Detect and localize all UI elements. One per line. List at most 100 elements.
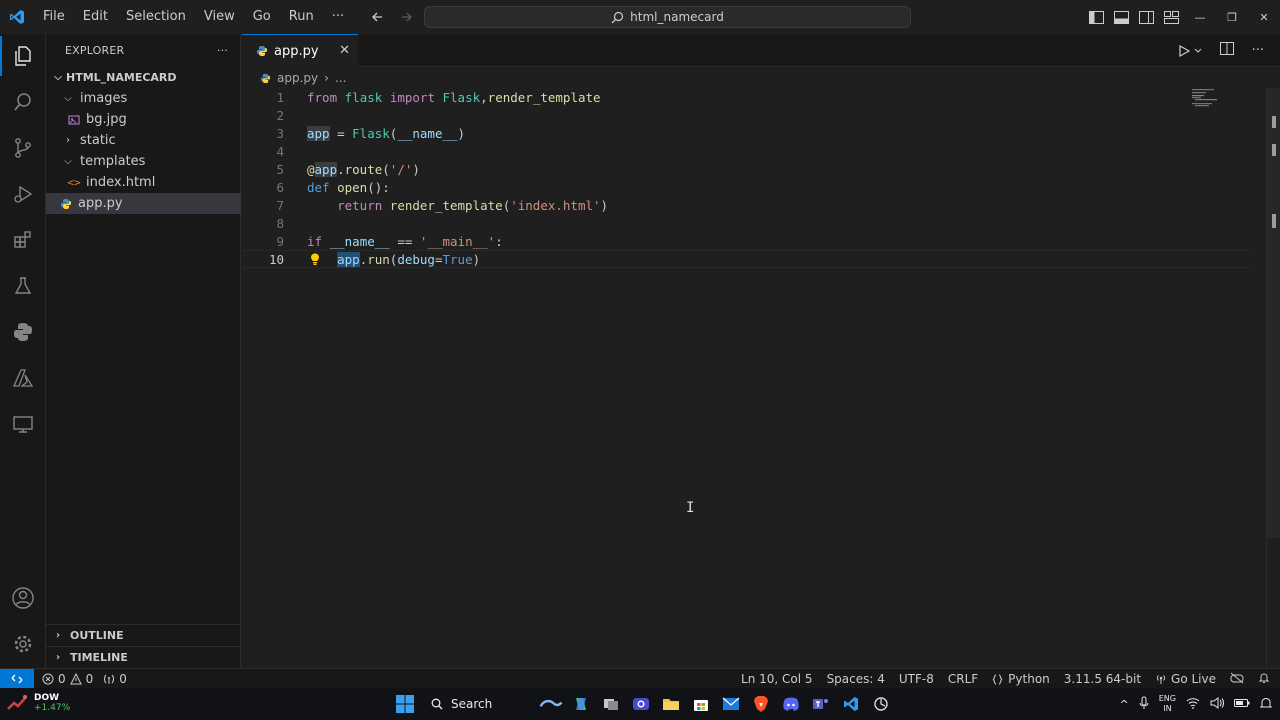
windows-taskbar: DOW +1.47% Search ^ ENG IN [0, 688, 1280, 720]
tree-file-bg-jpg[interactable]: bg.jpg [46, 109, 241, 130]
explorer-icon[interactable] [0, 36, 46, 76]
back-arrow-icon[interactable] [366, 6, 388, 28]
task-view-icon[interactable] [599, 692, 623, 716]
tree-file-index-html[interactable]: <> index.html [46, 172, 241, 193]
menu-file[interactable]: File [34, 0, 74, 34]
wifi-icon[interactable] [1186, 697, 1200, 712]
menu-go[interactable]: Go [244, 0, 280, 34]
menu-selection[interactable]: Selection [117, 0, 195, 34]
toggle-secondary-sidebar-icon[interactable] [1138, 9, 1155, 26]
code-line: 5 @app.route('/') [242, 160, 1252, 178]
source-control-icon[interactable] [0, 128, 46, 168]
ports-indicator[interactable]: 0 [103, 672, 127, 686]
tree-folder-images[interactable]: ⌵ images [46, 88, 241, 109]
menu-view[interactable]: View [195, 0, 244, 34]
minimize-icon[interactable]: — [1184, 0, 1216, 34]
discord-icon[interactable] [779, 692, 803, 716]
toggle-panel-icon[interactable] [1113, 9, 1130, 26]
close-window-icon[interactable]: ✕ [1248, 0, 1280, 34]
explorer-more-actions[interactable]: ··· [217, 44, 228, 57]
notification-center-icon[interactable] [1259, 697, 1273, 712]
split-editor-icon[interactable] [1219, 42, 1234, 59]
tree-item-label: templates [80, 154, 146, 169]
camera-app-icon[interactable] [629, 692, 653, 716]
tree-folder-static[interactable]: › static [46, 130, 241, 151]
timeline-section-header[interactable]: › TIMELINE [46, 646, 241, 668]
toggle-primary-sidebar-icon[interactable] [1088, 9, 1105, 26]
close-tab-icon[interactable]: ✕ [339, 43, 350, 58]
chevron-down-icon: ⌵ [64, 156, 72, 167]
search-view-icon[interactable] [0, 82, 46, 122]
breadcrumb-symbols[interactable]: ... [335, 71, 346, 85]
menu-more[interactable]: ··· [323, 0, 353, 34]
code-editor[interactable]: 1 from flask import Flask,render_templat… [242, 88, 1252, 668]
breadcrumb: app.py › ... [242, 68, 346, 88]
tree-file-app-py[interactable]: app.py [46, 193, 241, 214]
line-number: 7 [276, 197, 284, 213]
outline-label: OUTLINE [70, 629, 124, 642]
widgets-icon[interactable] [539, 692, 563, 716]
teams-icon[interactable] [809, 692, 833, 716]
show-hidden-icons-chevron-icon[interactable]: ^ [1120, 698, 1129, 711]
testing-flask-icon[interactable] [0, 266, 46, 306]
stock-widget[interactable]: DOW +1.47% [6, 691, 70, 715]
no-copilot-icon[interactable] [1230, 672, 1244, 687]
search-label: Search [451, 697, 493, 711]
python-file-icon [260, 73, 271, 83]
problems-indicator[interactable]: 0 0 [42, 672, 93, 686]
workspace-root-label: HTML_NAMECARD [66, 71, 177, 84]
remote-explorer-icon[interactable] [0, 404, 46, 444]
vscode-taskbar-icon[interactable] [839, 692, 863, 716]
end-of-line[interactable]: CRLF [948, 672, 978, 686]
command-center-search[interactable]: html_namecard [424, 6, 911, 28]
python-icon[interactable] [0, 312, 46, 352]
radio-tower-icon [104, 674, 115, 684]
explorer-sidebar: EXPLORER ··· ⌵ HTML_NAMECARD ⌵ images bg… [46, 34, 241, 668]
search-icon [611, 11, 624, 23]
customize-layout-icon[interactable] [1163, 9, 1180, 26]
azure-icon[interactable] [0, 358, 46, 398]
workspace-root-folder[interactable]: ⌵ HTML_NAMECARD [46, 67, 241, 88]
input-language[interactable]: ENG IN [1159, 694, 1176, 714]
tab-app-py[interactable]: app.py ✕ [242, 34, 358, 67]
manage-gear-icon[interactable] [0, 624, 46, 664]
restore-icon[interactable]: ❐ [1216, 0, 1248, 34]
accounts-icon[interactable] [0, 578, 46, 618]
microsoft-store-icon[interactable] [689, 692, 713, 716]
vertical-scrollbar[interactable] [1266, 88, 1280, 668]
vscode-logo-icon [0, 0, 34, 34]
more-actions-icon[interactable]: ··· [1252, 43, 1264, 58]
copilot-icon[interactable] [569, 692, 593, 716]
taskbar-search[interactable]: Search [423, 692, 533, 716]
go-live-button[interactable]: Go Live [1155, 672, 1216, 686]
brave-browser-icon[interactable] [749, 692, 773, 716]
windows-start-icon[interactable] [393, 692, 417, 716]
tab-label: app.py [274, 43, 319, 59]
menu-run[interactable]: Run [280, 0, 323, 34]
python-interpreter[interactable]: 3.11.5 64-bit [1064, 672, 1141, 686]
run-and-debug-icon[interactable] [0, 174, 46, 214]
indentation[interactable]: Spaces: 4 [827, 672, 885, 686]
extensions-icon[interactable] [0, 220, 46, 260]
microphone-icon[interactable] [1139, 696, 1149, 713]
volume-icon[interactable] [1210, 696, 1224, 712]
language-mode[interactable]: Python [992, 672, 1050, 686]
tree-item-label: bg.jpg [86, 112, 127, 127]
tree-folder-templates[interactable]: ⌵ templates [46, 151, 241, 172]
file-explorer-icon[interactable] [659, 692, 683, 716]
notifications-bell-icon[interactable] [1258, 672, 1270, 687]
battery-icon[interactable] [1234, 698, 1250, 711]
remote-indicator-icon[interactable] [0, 668, 34, 689]
outline-section-header[interactable]: › OUTLINE [46, 624, 241, 646]
breadcrumb-file[interactable]: app.py [277, 71, 318, 85]
forward-arrow-icon[interactable] [396, 6, 418, 28]
mail-icon[interactable] [719, 692, 743, 716]
code-line: 7 return render_template('index.html') [242, 196, 1252, 214]
menu-edit[interactable]: Edit [74, 0, 117, 34]
minimap[interactable] [1192, 88, 1264, 108]
timeline-label: TIMELINE [70, 651, 128, 664]
run-python-file-icon[interactable] [1178, 44, 1202, 57]
encoding[interactable]: UTF-8 [899, 672, 934, 686]
chatgpt-icon[interactable] [869, 692, 893, 716]
cursor-position[interactable]: Ln 10, Col 5 [741, 672, 813, 686]
